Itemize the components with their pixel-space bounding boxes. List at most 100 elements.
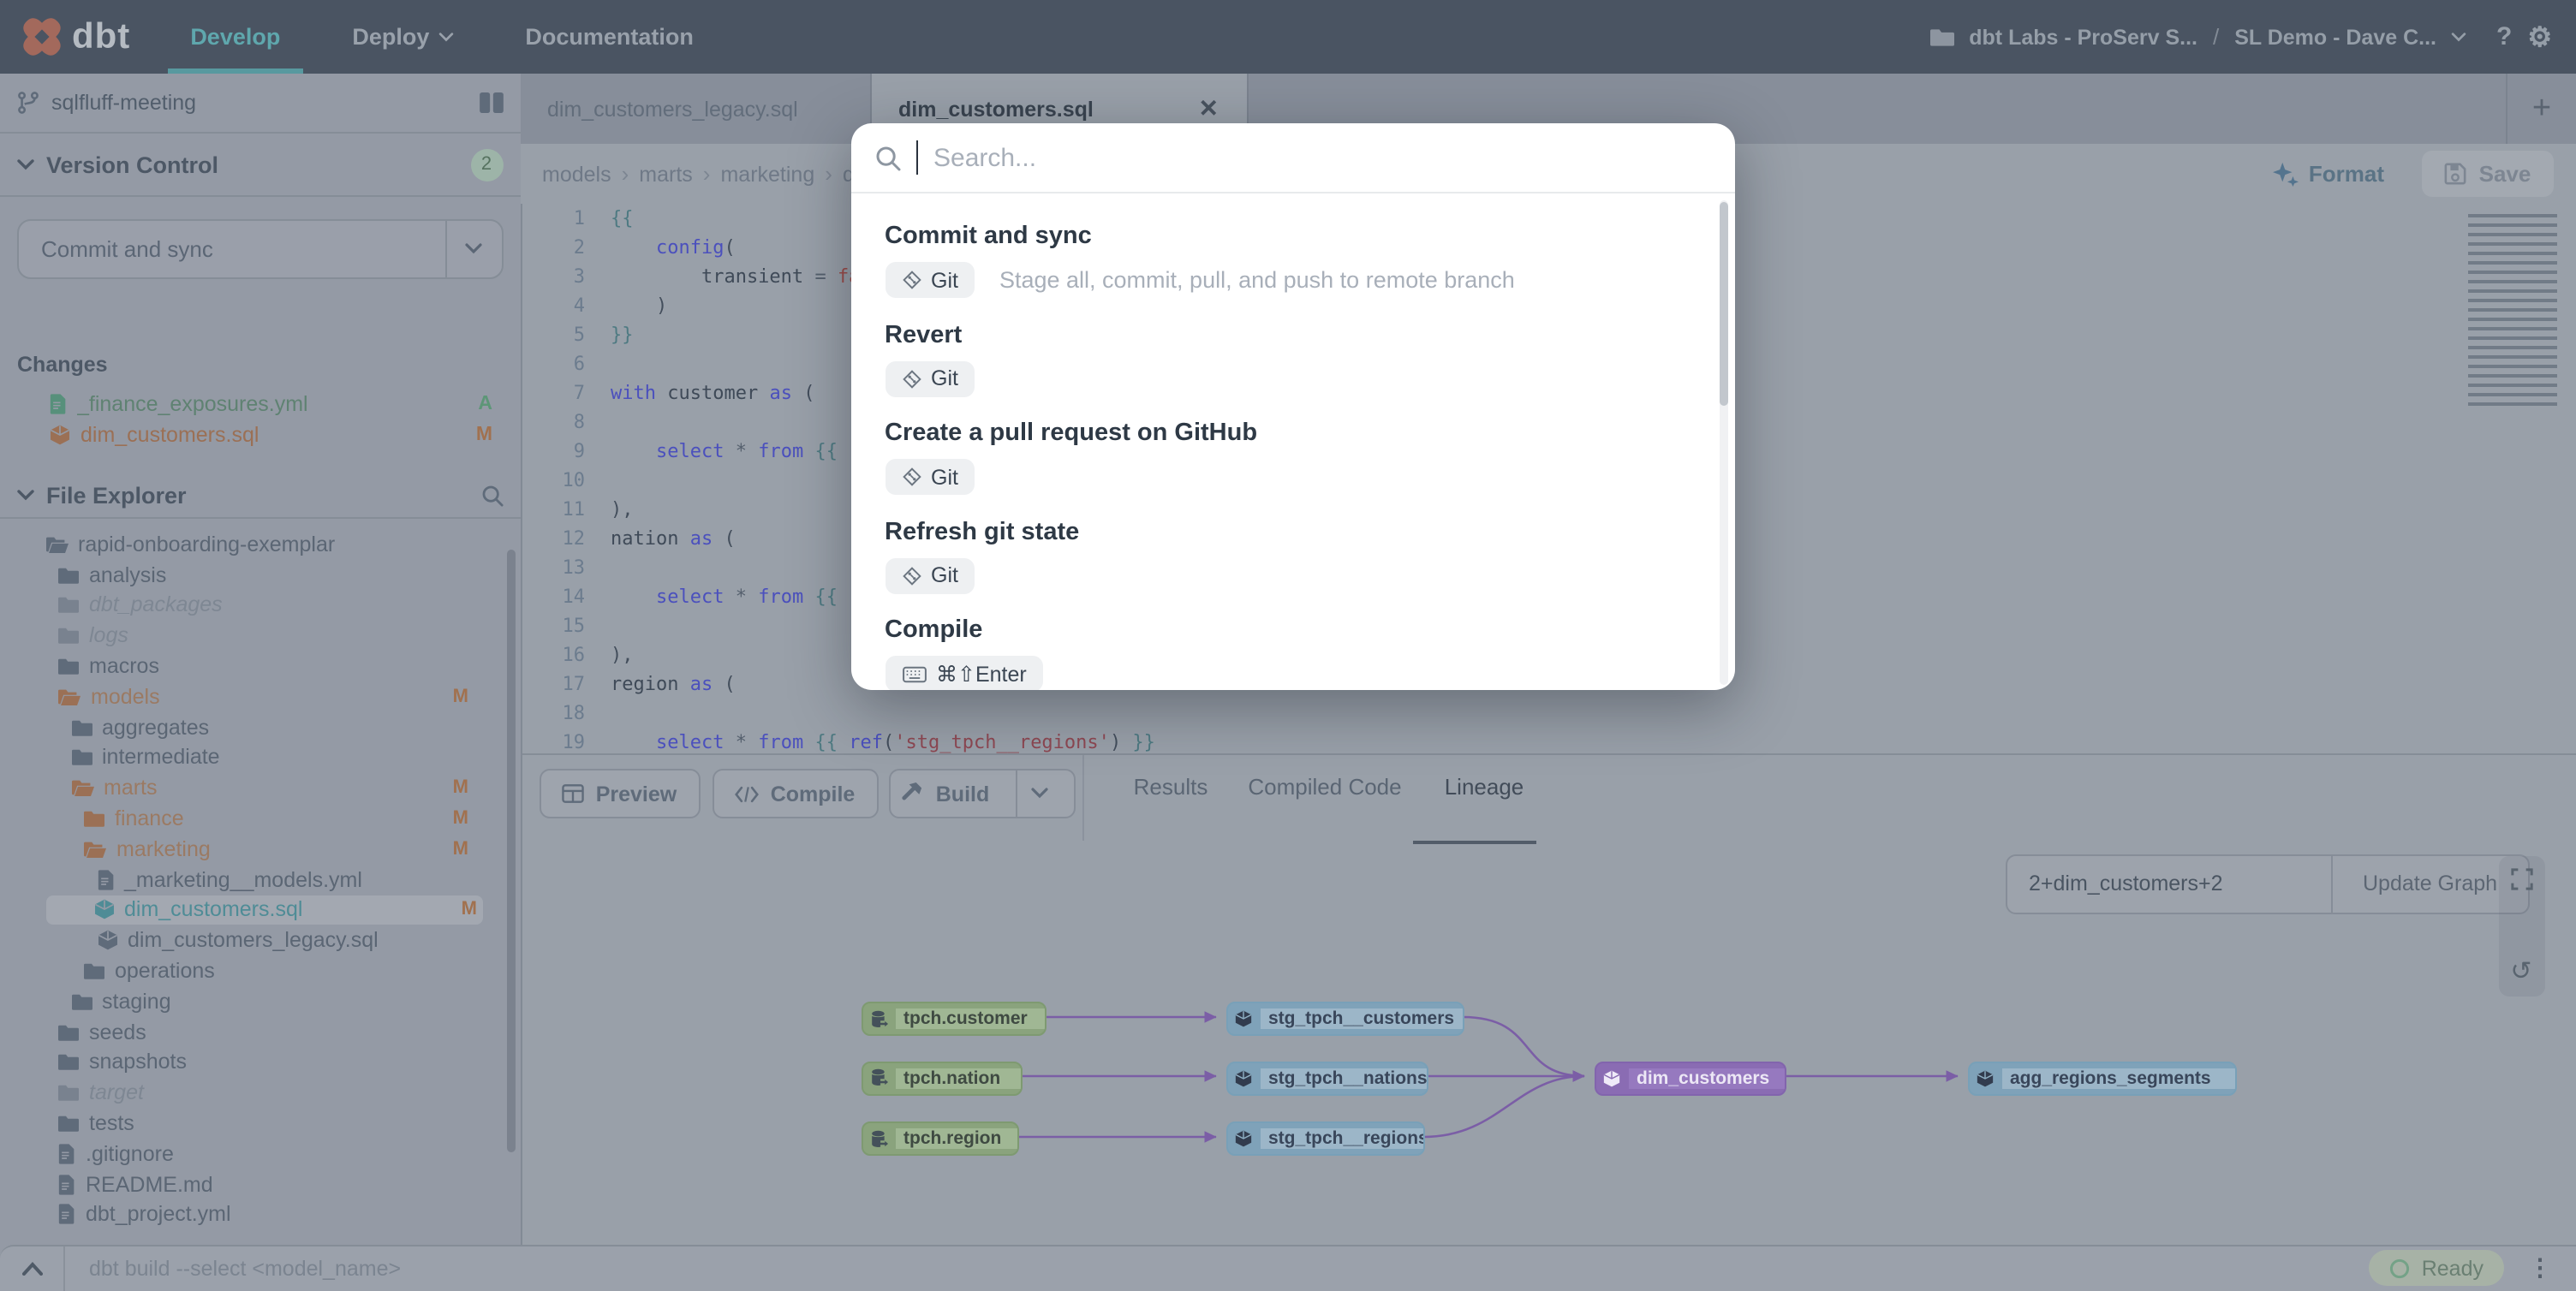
palette-scrollbar-thumb[interactable] [1720,202,1728,406]
palette-command-compile[interactable]: Compile⌘⇧Enter [885,615,1701,690]
palette-command-refresh-git-state[interactable]: Refresh git stateGit [885,516,1701,593]
commit-and-sync-label: Commit and sync [19,236,444,262]
file-tree-item-marketing[interactable]: marketingM [0,834,513,865]
file-tree: rapid-onboarding-exemplaranalysisdbt_pac… [0,529,513,1291]
file-tree-item--gitignore[interactable]: .gitignore [0,1139,513,1169]
git-status-modified: M [476,425,492,445]
search-icon[interactable] [480,484,503,506]
breadcrumb-marketing[interactable]: marketing [720,162,814,186]
chevron-down-icon[interactable] [2452,32,2467,42]
file-tree-item-snapshots[interactable]: snapshots [0,1047,513,1078]
file-tree-item-dbt-packages[interactable]: dbt_packages [0,590,513,621]
lineage-node-stg-tpch-regions[interactable]: stg_tpch__regions [1225,1121,1424,1156]
expand-command-bar-chevron[interactable] [0,1262,63,1276]
git-badge: Git [885,360,975,396]
dbt-logo[interactable]: dbt [0,15,154,58]
file-tree-item-seeds[interactable]: seeds [0,1017,513,1048]
fullscreen-icon[interactable] [2510,868,2532,890]
lineage-node-agg-regions-segments[interactable]: agg_regions_segments [1967,1061,2236,1095]
file-tree-item-intermediate[interactable]: intermediate [0,742,513,773]
bottom-panel: Preview Compile Build Results Compiled C… [520,753,2576,1246]
close-icon[interactable]: ✕ [1199,94,1219,123]
line-number: 11 [520,495,600,524]
file-explorer-header[interactable]: File Explorer [0,473,520,519]
nav-develop[interactable]: Develop [154,0,316,74]
file-tree-scrollbar[interactable] [507,550,516,1152]
file-tree-item-marts[interactable]: martsM [0,773,513,804]
lineage-node-tpch-region[interactable]: tpch.region [861,1121,1018,1156]
file-tree-item-readme-md[interactable]: README.md [0,1169,513,1199]
lineage-selector: 2+dim_customers+2 Update Graph [2005,854,2530,913]
help-icon[interactable]: ? [2496,22,2512,51]
editor-minimap[interactable] [2468,214,2557,406]
new-tab-button[interactable]: + [2506,74,2576,144]
folder-icon [58,1023,79,1040]
file-tree-item-tests[interactable]: tests [0,1108,513,1139]
file-tree-item-rapid-onboarding-exemplar[interactable]: rapid-onboarding-exemplar [0,529,513,560]
lineage-node-stg-tpch-nations[interactable]: stg_tpch__nations [1225,1061,1428,1095]
file-tree-item-macros[interactable]: macros [0,651,513,681]
sparkles-icon [2273,161,2299,187]
file-tree-item--marketing-models-yml[interactable]: _marketing__models.yml [0,865,513,895]
nav-deploy[interactable]: Deploy [316,0,489,74]
branch-name[interactable]: sqlfluff-meeting [51,91,467,115]
file-tree-item-models[interactable]: modelsM [0,681,513,712]
palette-command-commit-and-sync[interactable]: Commit and syncGitStage all, commit, pul… [885,221,1701,298]
line-number: 1 [520,204,600,233]
status-label: Ready [2422,1257,2484,1281]
palette-command-create-a-pull-request-on-github[interactable]: Create a pull request on GitHubGit [885,418,1701,495]
gear-icon[interactable]: ⚙ [2527,20,2552,54]
yaml-file-icon [50,394,67,414]
file-tree-item-target[interactable]: target [0,1078,513,1109]
status-badge: Ready [2369,1251,2504,1287]
chevron-down-icon [17,489,34,501]
changed-file-row[interactable]: dim_customers.sql M [0,419,520,450]
lineage-node-tpch-customer[interactable]: tpch.customer [861,1002,1046,1036]
lineage-node-dim-customers[interactable]: dim_customers [1594,1061,1786,1095]
file-tree-item-operations[interactable]: operations [0,955,513,986]
lineage-node-tpch-nation[interactable]: tpch.nation [861,1061,1022,1095]
panels-icon[interactable] [479,92,503,113]
commit-options-chevron[interactable] [444,221,501,277]
palette-search-input[interactable]: Search... [933,143,1036,172]
format-button[interactable]: Format [2273,161,2384,187]
file-tree-item-dim-customers-legacy-sql[interactable]: dim_customers_legacy.sql [0,925,513,956]
file-tree-item-staging[interactable]: staging [0,986,513,1017]
file-tree-item-dim-customers-sql[interactable]: dim_customers.sqlM [46,895,482,925]
file-tree-item-dbt-project-yml[interactable]: dbt_project.yml [0,1199,513,1230]
reset-view-icon[interactable]: ↺ [2510,959,2531,985]
breadcrumb-marts[interactable]: marts [639,162,693,186]
kebab-menu-icon[interactable]: ⋮ [2528,1254,2552,1283]
breadcrumb-separator: › [825,161,832,187]
command-title: Create a pull request on GitHub [885,418,1701,449]
version-control-header[interactable]: Version Control 2 [0,134,520,197]
nav-documentation[interactable]: Documentation [489,0,730,74]
lineage-selector-input[interactable]: 2+dim_customers+2 [2007,872,2330,895]
line-number: 5 [520,320,600,349]
dbt-ide-app: dbt Develop Deploy Documentation dbt Lab… [0,0,2576,1291]
changed-file-row[interactable]: _finance_exposures.yml A [0,389,520,419]
file-tree-item-aggregates[interactable]: aggregates [0,712,513,743]
environment-name[interactable]: SL Demo - Dave C... [2234,25,2436,49]
command-input[interactable]: dbt build --select <model_name> [65,1257,2369,1281]
commit-and-sync-button[interactable]: Commit and sync [17,219,503,279]
project-name[interactable]: dbt Labs - ProServ S... [1969,25,2197,49]
lineage-graph[interactable]: tpch.customer tpch.nation tpch.region stg_t… [520,755,2576,1246]
palette-search-row[interactable]: Search... [850,123,1735,193]
palette-command-list: Commit and syncGitStage all, commit, pul… [850,193,1735,690]
line-number: 19 [520,728,600,753]
file-tree-item-logs[interactable]: logs [0,621,513,651]
file-tree-item-analysis[interactable]: analysis [0,560,513,591]
file-icon [58,1174,75,1194]
model-cube-icon [97,931,117,951]
line-number: 16 [520,640,600,669]
save-button[interactable]: Save [2422,151,2554,197]
main-nav: Develop Deploy Documentation [154,0,730,74]
git-status-modified: M [453,808,468,829]
tab-dim-customers-legacy[interactable]: dim_customers_legacy.sql [520,74,871,144]
breadcrumb-models[interactable]: models [542,162,611,186]
palette-command-revert[interactable]: RevertGit [885,319,1701,396]
top-navbar: dbt Develop Deploy Documentation dbt Lab… [0,0,2576,74]
file-tree-item-finance[interactable]: financeM [0,803,513,834]
lineage-node-stg-tpch-customers[interactable]: stg_tpch__customers [1225,1002,1464,1036]
